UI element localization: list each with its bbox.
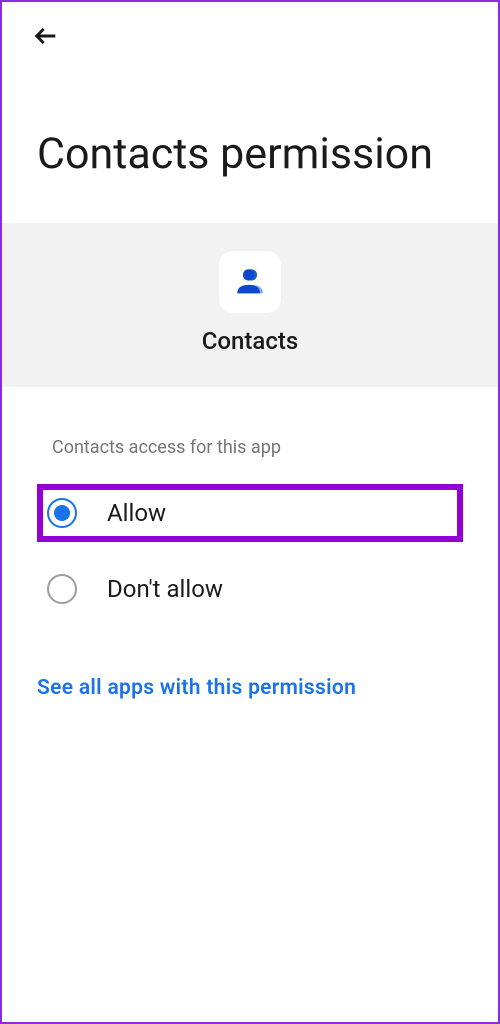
radio-option-allow[interactable]: Allow	[37, 484, 463, 542]
header-bar	[2, 2, 498, 67]
radio-label: Allow	[107, 499, 166, 527]
radio-circle-icon	[47, 574, 77, 604]
title-section: Contacts permission	[2, 67, 498, 223]
link-section: See all apps with this permission	[2, 638, 498, 738]
see-all-apps-link[interactable]: See all apps with this permission	[37, 676, 356, 700]
back-arrow-icon[interactable]	[32, 22, 60, 57]
contacts-icon	[233, 265, 267, 299]
radio-label: Don't allow	[107, 575, 223, 603]
page-title: Contacts permission	[37, 127, 463, 183]
radio-circle-icon	[47, 498, 77, 528]
app-icon-wrapper	[219, 251, 281, 313]
radio-option-dont-allow[interactable]: Don't allow	[37, 560, 463, 618]
section-label: Contacts access for this app	[37, 437, 463, 458]
access-options-section: Contacts access for this app Allow Don't…	[2, 387, 498, 638]
app-info-section: Contacts	[2, 223, 498, 387]
app-name-label: Contacts	[202, 327, 298, 355]
